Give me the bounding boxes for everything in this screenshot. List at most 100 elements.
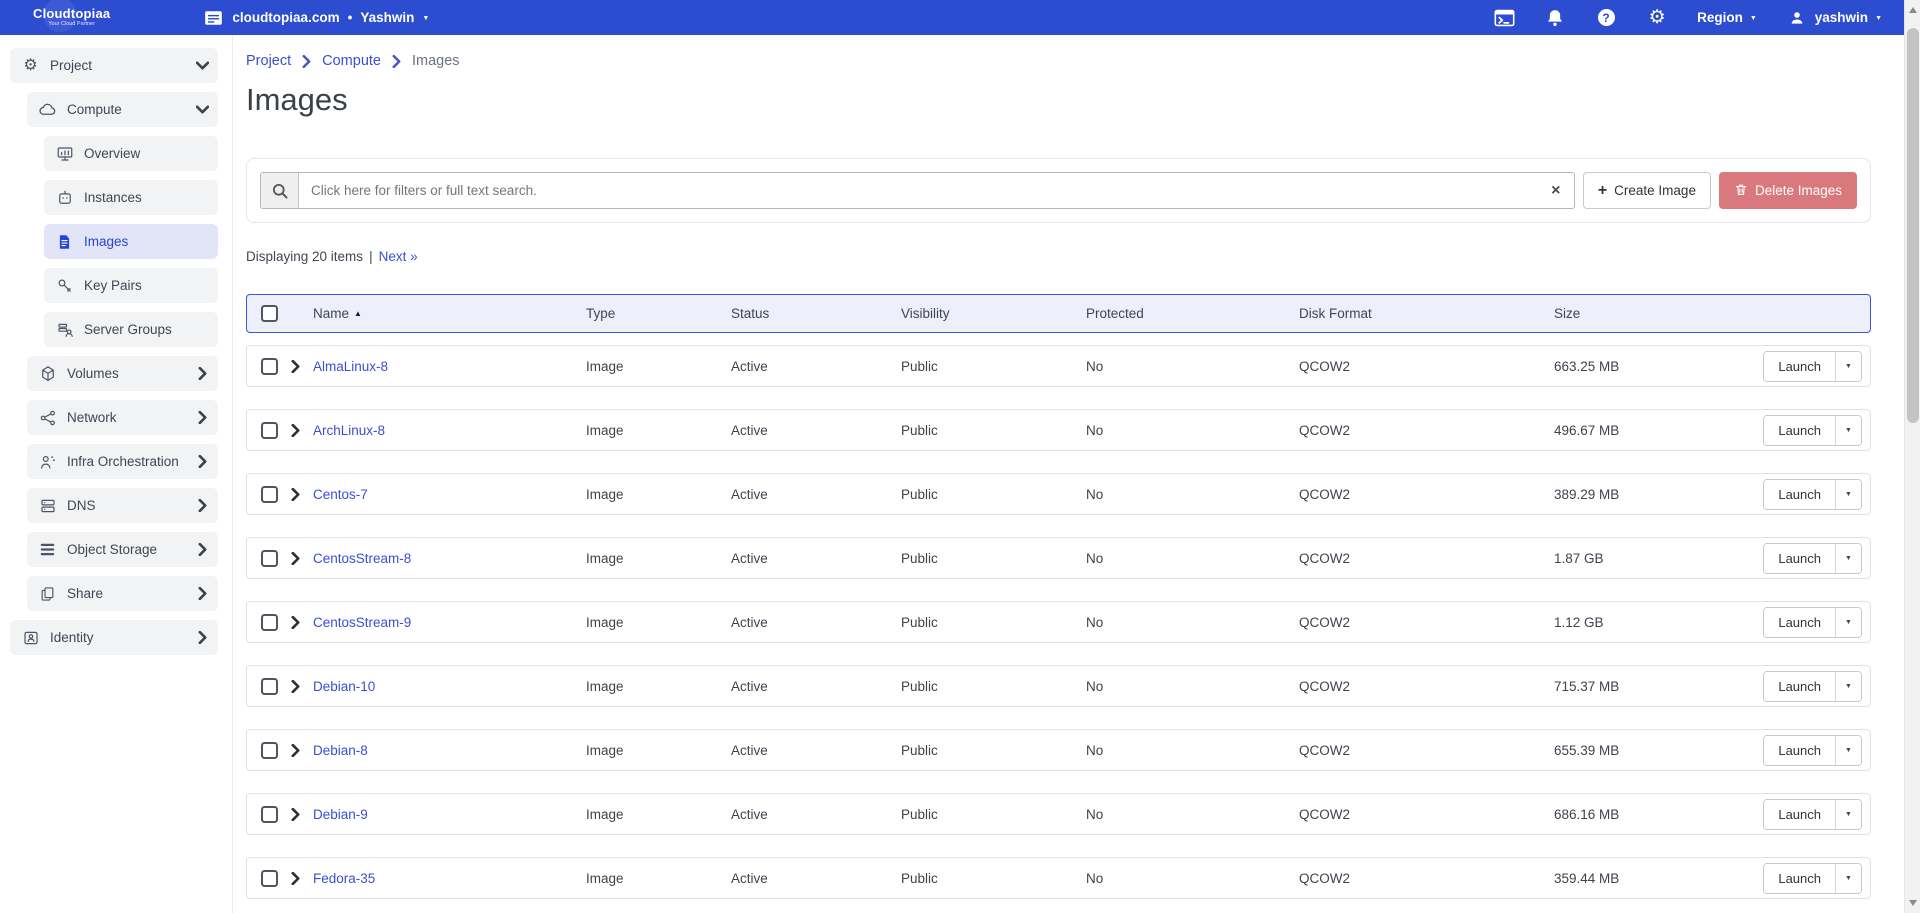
image-name-link[interactable]: Centos-7 <box>313 487 586 502</box>
settings-gear-icon[interactable]: ⚙ <box>1646 7 1668 29</box>
sidebar-item-instances[interactable]: Instances <box>44 180 218 215</box>
row-checkbox[interactable] <box>261 422 278 439</box>
sidebar-item-identity[interactable]: Identity <box>10 620 218 655</box>
launch-dropdown-caret[interactable]: ▼ <box>1836 480 1861 509</box>
protected-cell: No <box>1086 807 1299 822</box>
clear-search-button[interactable]: × <box>1538 173 1574 208</box>
sidebar-item-images[interactable]: Images <box>44 224 218 259</box>
row-checkbox[interactable] <box>261 678 278 695</box>
row-checkbox[interactable] <box>261 358 278 375</box>
sidebar-item-project[interactable]: ⚙ Project <box>10 48 218 83</box>
project-context-switcher[interactable]: cloudtopiaa.com • Yashwin ▼ <box>202 7 429 29</box>
image-name-link[interactable]: CentosStream-9 <box>313 615 586 630</box>
region-menu[interactable]: Region ▼ <box>1697 10 1757 25</box>
row-checkbox[interactable] <box>261 870 278 887</box>
terminal-icon[interactable] <box>1493 7 1515 29</box>
disk-format-cell: QCOW2 <box>1299 487 1554 502</box>
row-checkbox[interactable] <box>261 550 278 567</box>
column-header-size[interactable]: Size <box>1554 306 1761 321</box>
expand-row-chevron-icon[interactable] <box>291 424 313 437</box>
row-checkbox[interactable] <box>261 742 278 759</box>
launch-dropdown-caret[interactable]: ▼ <box>1836 352 1861 381</box>
context-bullet: • <box>348 10 353 25</box>
topbar: Cloudtopiaa Your Cloud Partner cloudtopi… <box>0 0 1904 35</box>
table-header-row: Name ▲ Type Status Visibility Protected … <box>246 294 1871 333</box>
sidebar-item-server-groups[interactable]: Server Groups <box>44 312 218 347</box>
image-name-link[interactable]: Fedora-35 <box>313 871 586 886</box>
launch-dropdown-caret[interactable]: ▼ <box>1836 800 1861 829</box>
launch-button[interactable]: Launch <box>1764 544 1836 573</box>
image-name-link[interactable]: ArchLinux-8 <box>313 423 586 438</box>
row-checkbox[interactable] <box>261 614 278 631</box>
column-header-type[interactable]: Type <box>586 306 731 321</box>
launch-button[interactable]: Launch <box>1764 736 1836 765</box>
breadcrumb-project[interactable]: Project <box>246 53 291 69</box>
sidebar-item-volumes[interactable]: Volumes <box>27 356 218 391</box>
volumes-icon <box>38 364 57 383</box>
next-page-link[interactable]: Next » <box>379 249 418 264</box>
window-scrollbar[interactable] <box>1904 0 1920 913</box>
launch-button[interactable]: Launch <box>1764 672 1836 701</box>
expand-row-chevron-icon[interactable] <box>291 744 313 757</box>
sidebar-item-dns[interactable]: DNS <box>27 488 218 523</box>
launch-button[interactable]: Launch <box>1764 480 1836 509</box>
image-name-link[interactable]: Debian-9 <box>313 807 586 822</box>
sidebar-item-compute[interactable]: Compute <box>27 92 218 127</box>
launch-dropdown-caret[interactable]: ▼ <box>1836 672 1861 701</box>
launch-dropdown-caret[interactable]: ▼ <box>1836 864 1861 893</box>
sidebar-item-share[interactable]: Share <box>27 576 218 611</box>
launch-button[interactable]: Launch <box>1764 352 1836 381</box>
launch-dropdown-caret[interactable]: ▼ <box>1836 544 1861 573</box>
image-name-link[interactable]: AlmaLinux-8 <box>313 359 586 374</box>
user-menu[interactable]: yashwin ▼ <box>1786 7 1882 29</box>
sidebar-item-key-pairs[interactable]: Key Pairs <box>44 268 218 303</box>
column-header-name[interactable]: Name ▲ <box>313 306 586 321</box>
column-header-disk-format[interactable]: Disk Format <box>1299 306 1554 321</box>
launch-button[interactable]: Launch <box>1764 864 1836 893</box>
select-all-checkbox[interactable] <box>261 305 278 322</box>
pagination-separator: | <box>369 249 373 264</box>
size-cell: 663.25 MB <box>1554 359 1761 374</box>
row-checkbox[interactable] <box>261 806 278 823</box>
expand-row-chevron-icon[interactable] <box>291 360 313 373</box>
sidebar-item-network[interactable]: Network <box>27 400 218 435</box>
column-header-status[interactable]: Status <box>731 306 901 321</box>
row-checkbox[interactable] <box>261 486 278 503</box>
search-icon[interactable] <box>261 173 299 208</box>
expand-row-chevron-icon[interactable] <box>291 680 313 693</box>
notifications-bell-icon[interactable] <box>1544 7 1566 29</box>
launch-dropdown-caret[interactable]: ▼ <box>1836 736 1861 765</box>
image-name-link[interactable]: Debian-8 <box>313 743 586 758</box>
launch-dropdown-caret[interactable]: ▼ <box>1836 416 1861 445</box>
scroll-down-arrow[interactable] <box>1905 895 1920 911</box>
chevron-right-icon <box>198 631 207 644</box>
expand-row-chevron-icon[interactable] <box>291 488 313 501</box>
column-header-protected[interactable]: Protected <box>1086 306 1299 321</box>
image-name-link[interactable]: CentosStream-8 <box>313 551 586 566</box>
brand-logo[interactable]: Cloudtopiaa Your Cloud Partner <box>33 7 110 28</box>
sidebar-item-overview[interactable]: Overview <box>44 136 218 171</box>
help-icon[interactable]: ? <box>1595 7 1617 29</box>
expand-row-chevron-icon[interactable] <box>291 552 313 565</box>
sidebar-item-object-storage[interactable]: Object Storage <box>27 532 218 567</box>
image-name-link[interactable]: Debian-10 <box>313 679 586 694</box>
chevron-down-icon: ▼ <box>1750 15 1757 22</box>
sidebar-item-label: Object Storage <box>67 542 157 557</box>
create-image-button[interactable]: + Create Image <box>1583 172 1711 209</box>
breadcrumb-compute[interactable]: Compute <box>322 53 381 69</box>
launch-button[interactable]: Launch <box>1764 608 1836 637</box>
column-header-visibility[interactable]: Visibility <box>901 306 1086 321</box>
window-list-icon <box>202 7 224 29</box>
launch-button[interactable]: Launch <box>1764 800 1836 829</box>
scrollbar-thumb[interactable] <box>1907 28 1919 423</box>
launch-dropdown-caret[interactable]: ▼ <box>1836 608 1861 637</box>
search-input[interactable] <box>299 173 1538 208</box>
delete-images-button[interactable]: Delete Images <box>1719 172 1857 209</box>
sidebar-item-infra-orchestration[interactable]: Infra Orchestration <box>27 444 218 479</box>
launch-button[interactable]: Launch <box>1764 416 1836 445</box>
scroll-up-arrow[interactable] <box>1905 2 1920 18</box>
expand-row-chevron-icon[interactable] <box>291 616 313 629</box>
status-cell: Active <box>731 743 901 758</box>
expand-row-chevron-icon[interactable] <box>291 808 313 821</box>
expand-row-chevron-icon[interactable] <box>291 872 313 885</box>
